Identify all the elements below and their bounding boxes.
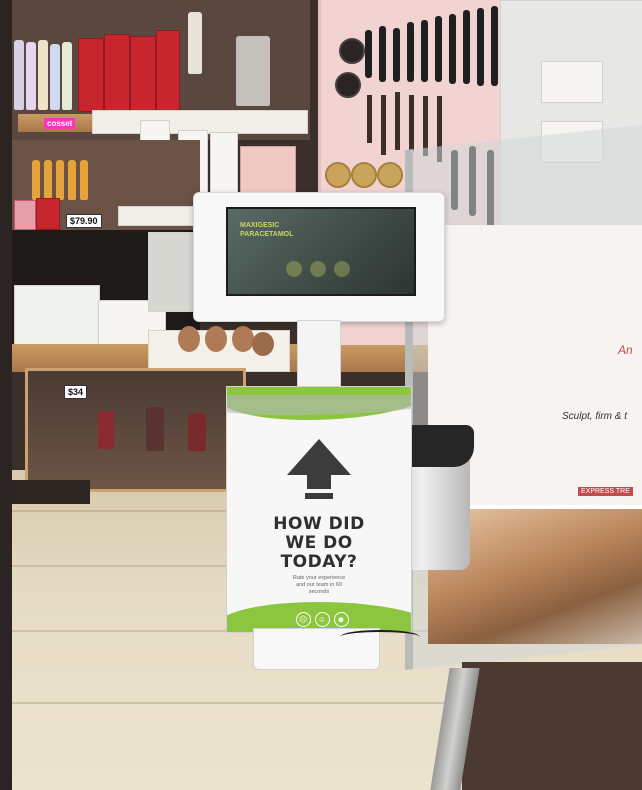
screen-text: MAXIGESIC PARACETAMOL (240, 222, 294, 238)
feedback-sign: HOW DID WE DO TODAY? Rate your experienc… (226, 386, 412, 633)
kiosk-tablet-enclosure: MAXIGESIC PARACETAMOL (193, 192, 445, 322)
kiosk-pole (297, 320, 341, 390)
glass-cabinet: $34 (25, 368, 246, 492)
price-tag-2: $34 (64, 385, 88, 399)
door-mat (462, 662, 642, 790)
neutral-face-icon: ☺ (314, 612, 330, 627)
sign-title: HOW DID WE DO TODAY? (273, 514, 365, 572)
smiley-row: ☹ ☺ ☻ (287, 609, 357, 627)
brand-label: cosset (44, 118, 76, 129)
up-arrow-icon (287, 439, 351, 475)
kiosk-screen[interactable]: MAXIGESIC PARACETAMOL (226, 207, 416, 296)
happy-face-icon: ☻ (333, 612, 349, 627)
sad-face-icon: ☹ (295, 612, 311, 627)
power-cable (340, 630, 420, 644)
sign-subtitle: Rate your experience and our team in 60 … (292, 575, 346, 595)
price-tag-1: $79.90 (66, 214, 102, 228)
photo-scene: cosset $79.90 $34 An Sculpt, firm & t EX… (0, 0, 642, 790)
left-frame-edge (0, 0, 12, 790)
